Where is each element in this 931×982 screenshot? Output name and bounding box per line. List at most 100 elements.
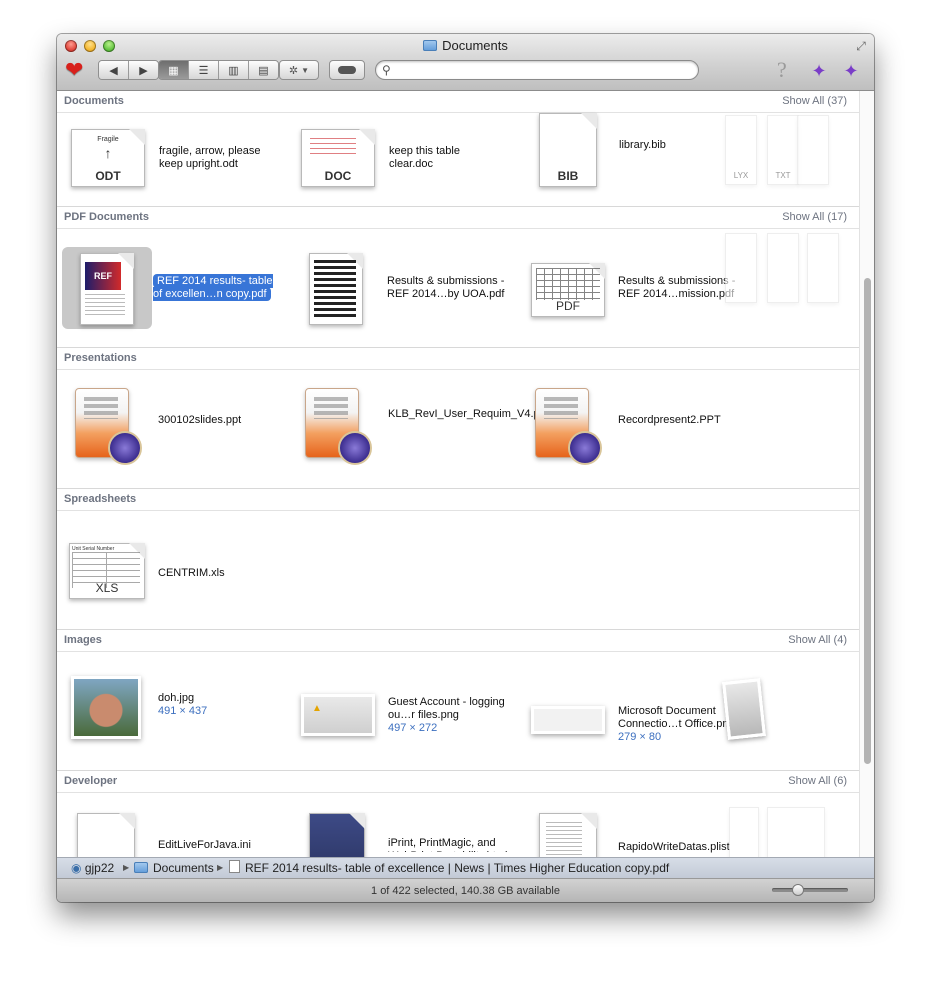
file-name: keep this table clear.doc [389,145,460,170]
status-bar: 1 of 422 selected, 140.38 GB available [57,878,874,902]
more-results-preview [767,233,799,303]
ppt-file-icon [75,388,142,465]
pdf-file-icon: REF [80,253,134,325]
bib-file-icon: BIB [539,113,597,187]
scrollbar-thumb[interactable] [864,278,871,764]
file-name: Recordpresent2.PPT [618,414,721,426]
image-dimensions: 491 × 437 [158,705,208,717]
wizard-alt-icon[interactable]: ✦ [839,59,863,83]
fullscreen-icon[interactable]: ⤢ [854,39,868,53]
more-results-preview [729,807,759,857]
more-results-preview [722,678,766,740]
more-results-preview [725,233,757,303]
pdf-file-icon: PDF [531,263,605,317]
file-name: CENTRIM.xls [158,567,225,579]
results-area: Documents Show All (37) Fragile ↑ ODT fr… [57,91,859,857]
file-name: Microsoft Document Connectio…t Office.pn… [618,705,738,744]
pill-icon [338,66,356,74]
icon-size-slider[interactable] [772,884,848,896]
file-name: REF 2014 results- table of excellen…n co… [153,274,273,301]
search-icon: ⚲ [382,63,391,77]
wizard-icon[interactable]: ✦ [807,59,831,83]
show-all-link[interactable]: Show All (37) [782,95,847,107]
status-text: 1 of 422 selected, 140.38 GB available [371,885,560,897]
icon-view-icon[interactable]: ▦ [159,61,189,79]
image-thumbnail: ▲ [301,694,375,736]
section-pdf-documents: PDF Documents Show All (17) REF REF 2014… [57,207,859,348]
more-results-preview [797,115,829,185]
section-title: Presentations [64,352,137,364]
image-thumbnail [71,676,141,739]
chevron-down-icon: ▼ [301,65,310,75]
network-home-icon: ◉ [71,861,82,875]
forward-arrow-icon[interactable]: ▶ [129,61,158,79]
xls-file-icon: Unit Serial Number XLS [69,543,145,599]
file-name: 300102slides.ppt [158,414,242,426]
finder-window: Documents ⤢ ❤ ◀ ▶ ▦ ☰ ▥ ▤ ✲ ▼ ⚲ ? ✦ ✦ Do… [57,34,874,902]
column-view-icon[interactable]: ▥ [219,61,249,79]
doc-file-icon: DOC [301,129,375,187]
action-menu-button[interactable]: ✲ ▼ [279,60,319,80]
coverflow-view-icon[interactable]: ▤ [249,61,278,79]
list-view-icon[interactable]: ☰ [189,61,219,79]
view-mode-control: ▦ ☰ ▥ ▤ [158,60,279,80]
folder-icon [134,862,148,873]
section-developer: Developer Show All (6) EditLiveForJava.i… [57,771,859,857]
vertical-scrollbar[interactable] [859,91,874,857]
ini-file-icon [77,813,135,857]
search-field[interactable]: ⚲ [375,60,699,80]
file-name: Guest Account - logging ou…r files.png 4… [388,696,508,735]
file-name: doh.jpg 491 × 437 [158,692,308,718]
show-all-link[interactable]: Show All (17) [782,211,847,223]
image-thumbnail [531,706,605,734]
section-title: Documents [64,95,124,107]
image-dimensions: 279 × 80 [618,731,662,743]
path-item-documents[interactable]: Documents [134,858,214,878]
section-title: Developer [64,775,118,787]
path-item-home[interactable]: ◉ gjp22 [71,858,114,878]
toolbar: Documents ⤢ ❤ ◀ ▶ ▦ ☰ ▥ ▤ ✲ ▼ ⚲ ? ✦ ✦ [57,34,874,91]
gear-icon: ✲ [288,64,299,77]
ppt-file-icon [535,388,602,465]
section-documents: Documents Show All (37) Fragile ↑ ODT fr… [57,91,859,207]
more-results-preview [807,233,839,303]
file-name: KLB_RevI_User_Requim_V4.ppt [388,408,549,420]
pdf-file-icon [229,860,240,873]
file-name: Results & submissions - REF 2014…mission… [618,275,736,300]
show-all-link[interactable]: Show All (6) [788,775,847,787]
path-item-file[interactable]: REF 2014 results- table of excellence | … [229,858,669,878]
plist-file-icon [539,813,597,857]
path-bar: ◉ gjp22 ▶ Documents ▶ REF 2014 results- … [57,857,874,878]
section-images: Images Show All (4) doh.jpg 491 × 437 ▲ … [57,630,859,771]
section-title: PDF Documents [64,211,149,223]
section-title: Spreadsheets [64,493,137,505]
back-arrow-icon[interactable]: ◀ [99,61,129,79]
help-icon[interactable]: ? [777,57,787,83]
back-forward-control: ◀ ▶ [98,60,159,80]
more-results-preview [767,807,825,857]
search-input[interactable] [398,62,692,80]
show-all-link[interactable]: Show All (4) [788,634,847,646]
ppt-file-icon [305,388,372,465]
chevron-right-icon: ▶ [123,863,130,872]
image-dimensions: 497 × 272 [388,722,438,734]
warning-icon: ▲ [312,703,322,714]
more-results-preview: LYX [725,115,757,185]
section-title: Images [64,634,102,646]
section-spreadsheets: Spreadsheets Unit Serial Number XLS CENT… [57,489,859,630]
window-title: Documents [57,38,874,53]
section-presentations: Presentations 300102slides.ppt KLB_RevI_… [57,348,859,489]
file-name: fragile, arrow, please keep upright.odt [159,145,261,170]
folder-icon [423,40,438,51]
html-file-icon [309,813,365,857]
more-results-preview: TXT [767,115,799,185]
file-name: EditLiveForJava.ini [158,839,251,851]
odt-file-icon: Fragile ↑ ODT [71,129,145,187]
file-name: Results & submissions - REF 2014…by UOA.… [387,275,505,300]
toggle-toolbar-button[interactable] [329,60,365,80]
heart-icon[interactable]: ❤ [65,59,89,81]
pdf-file-icon [309,253,363,325]
file-name: iPrint, PrintMagic, and WebPrint Portabi… [388,837,507,852]
chevron-right-icon: ▶ [217,863,224,872]
slider-knob[interactable] [792,884,804,896]
